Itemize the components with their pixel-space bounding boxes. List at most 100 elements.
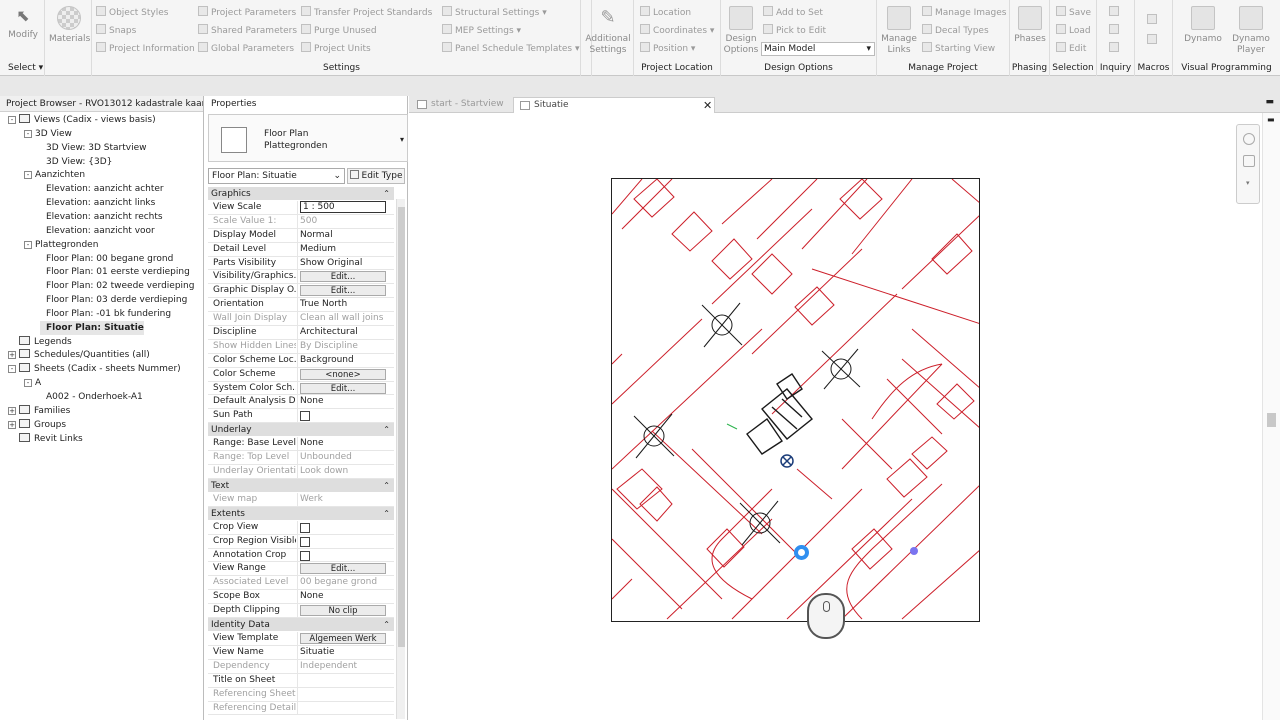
manage-images-button[interactable]: Manage Images [922,6,1007,20]
property-section[interactable]: Identity Data ⌃ [208,618,394,633]
scroll-thumb[interactable] [398,207,405,647]
tree-node[interactable]: + Groups [8,418,66,432]
property-button[interactable]: Edit... [300,382,386,394]
view-scale-input[interactable]: 1 : 500 [300,201,386,213]
collapse-icon[interactable]: ⌃ [383,479,390,493]
tree-node[interactable]: - Plattegronden [24,238,98,252]
tree-node[interactable]: Floor Plan: 01 eerste verdieping [40,265,190,279]
transfer-project-standards-button[interactable]: Transfer Project Standards [301,6,432,20]
select-dropdown[interactable]: Select ▾ [8,63,44,73]
macro-manager-button[interactable] [1147,14,1160,28]
dynamo-button[interactable]: Dynamo [1181,6,1225,44]
property-value[interactable]: Edit... [297,562,394,576]
property-value[interactable]: Normal [297,228,394,242]
inquiry-tool-1[interactable] [1109,6,1122,20]
tree-node[interactable]: Elevation: aanzicht achter [40,182,164,196]
starting-view-button[interactable]: Starting View [922,42,995,56]
property-checkbox[interactable] [300,536,310,547]
tree-node[interactable]: Revit Links [8,432,83,446]
property-value[interactable]: Edit... [297,381,394,395]
property-button[interactable]: Edit... [300,563,386,575]
modify-button[interactable]: ⬉ Modify [8,6,38,40]
property-value[interactable] [297,409,394,423]
dynamo-player-button[interactable]: Dynamo Player [1229,6,1273,56]
tree-node[interactable]: + Schedules/Quantities (all) [8,348,150,362]
scroll-thumb[interactable] [1267,413,1276,427]
tree-node[interactable]: Legends [8,335,72,349]
structural-settings-button[interactable]: Structural Settings ▾ [442,6,547,20]
zoom-icon[interactable] [1243,155,1255,167]
tree-node[interactable]: Floor Plan: Situatie [40,320,144,335]
object-styles-button[interactable]: Object Styles [96,6,168,20]
expand-icon[interactable]: + [8,351,16,360]
property-button[interactable]: <none> [300,368,386,380]
collapse-icon[interactable]: ⌃ [383,423,390,437]
tree-node[interactable]: Floor Plan: -01 bk fundering [40,307,171,321]
instance-filter-select[interactable]: Floor Plan: Situatie ⌄ [208,168,345,184]
collapse-icon[interactable]: - [24,171,32,180]
steering-wheel-icon[interactable] [1243,133,1255,145]
property-value[interactable]: <none> [297,367,394,381]
tree-node[interactable]: - Views (Cadix - views basis) [8,113,156,127]
tree-node[interactable]: Floor Plan: 02 tweede verdieping [40,279,194,293]
property-value[interactable]: None [297,590,394,604]
close-tab-icon[interactable]: ✕ [703,98,712,113]
tree-node[interactable]: - Aanzichten [24,168,85,182]
coordinates-button[interactable]: Coordinates ▾ [640,24,714,38]
property-value[interactable]: No clip [297,604,394,618]
property-value[interactable]: 1 : 500 [297,201,394,214]
collapse-icon[interactable]: - [8,365,16,374]
tab-start-startview[interactable]: start - Startview [411,97,511,113]
property-value[interactable]: Medium [297,242,394,256]
expand-icon[interactable]: + [8,406,16,415]
panel-schedule-templates-button[interactable]: Panel Schedule Templates ▾ [442,42,580,56]
properties-scrollbar[interactable] [396,199,405,719]
decal-types-button[interactable]: Decal Types [922,24,989,38]
tree-node[interactable]: 3D View: 3D Startview [40,141,147,155]
tree-node[interactable]: - Sheets (Cadix - sheets Nummer) [8,362,181,376]
inquiry-tool-2[interactable] [1109,24,1122,38]
collapse-icon[interactable]: ⌃ [383,507,390,521]
property-section[interactable]: Graphics ⌃ [208,187,394,201]
property-button[interactable]: No clip [300,605,386,617]
chevron-down-icon[interactable]: ▾ [1246,179,1250,187]
property-value[interactable] [297,534,394,548]
property-section[interactable]: Text ⌃ [208,478,394,493]
property-section[interactable]: Underlay ⌃ [208,423,394,438]
main-model-select[interactable]: Main Model ▾ [761,42,875,56]
pick-to-edit-button[interactable]: Pick to Edit [763,24,826,38]
tree-node[interactable]: Elevation: aanzicht links [40,196,155,210]
tree-node[interactable]: 3D View: {3D} [40,155,112,169]
inquiry-tool-3[interactable] [1109,42,1122,56]
project-units-button[interactable]: Project Units [301,42,371,56]
collapse-icon[interactable]: ⌃ [383,618,390,632]
collapse-icon[interactable]: ▬ [1267,115,1275,124]
property-value[interactable] [297,548,394,562]
manage-links-button[interactable]: Manage Links [879,6,919,56]
shared-parameters-button[interactable]: Shared Parameters [198,24,297,38]
add-to-set-button[interactable]: Add to Set [763,6,823,20]
tree-node[interactable]: -A [24,376,41,390]
tab-situatie[interactable]: Situatie ✕ [513,97,715,113]
property-button[interactable]: Algemeen Werk [300,633,386,645]
materials-button[interactable]: Materials [49,6,90,44]
expand-icon[interactable]: + [8,420,16,429]
edit-type-button[interactable]: Edit Type [347,168,405,184]
property-value[interactable]: Show Original [297,256,394,270]
property-value[interactable]: Background [297,353,394,367]
tab-menu-icon[interactable]: ▬ [1265,97,1274,107]
tree-node[interactable]: -3D View [24,127,72,141]
collapse-icon[interactable]: - [24,379,32,388]
collapse-icon[interactable]: - [24,129,32,138]
snaps-button[interactable]: Snaps [96,24,136,38]
project-parameters-button[interactable]: Project Parameters [198,6,296,20]
property-checkbox[interactable] [300,522,310,533]
property-button[interactable]: Edit... [300,285,386,297]
position-button[interactable]: Position ▾ [640,42,695,56]
tree-node[interactable]: Elevation: aanzicht voor [40,224,155,238]
property-section[interactable]: Extents ⌃ [208,506,394,521]
canvas-scrollbar[interactable]: ▬ [1262,113,1280,720]
property-value[interactable]: True North [297,298,394,312]
type-selector[interactable]: Floor Plan Plattegronden ▾ [208,114,408,162]
property-button[interactable]: Edit... [300,271,386,283]
